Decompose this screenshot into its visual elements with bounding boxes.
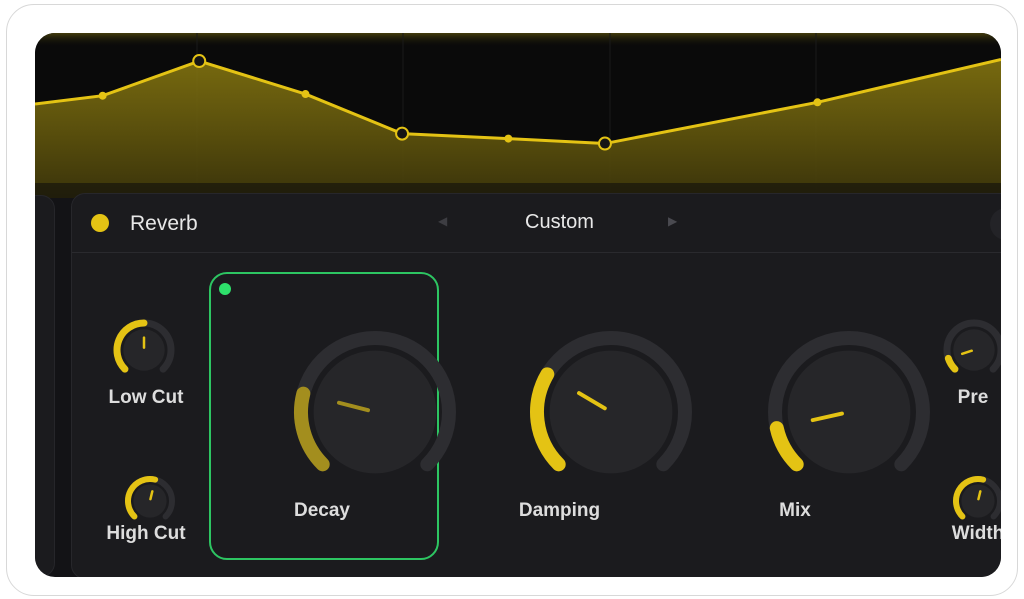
knob-body xyxy=(961,484,995,518)
high-cut-knob-graphic xyxy=(125,476,175,520)
decay-knob-graphic xyxy=(294,331,456,474)
envelope-graph[interactable] xyxy=(35,33,1001,198)
damping-label: Damping xyxy=(518,500,601,521)
window-frame: Reverb ◀ Custom ▶ Low Cut High Cut Decay… xyxy=(6,4,1018,596)
pre-knob-graphic xyxy=(943,319,1001,373)
decay-label: Decay xyxy=(294,500,350,521)
pre-knob[interactable] xyxy=(938,314,1001,386)
envelope-curve-handle[interactable] xyxy=(301,90,310,99)
damping-knob-graphic xyxy=(530,331,692,474)
low-cut-label: Low Cut xyxy=(108,387,184,408)
damping-knob[interactable] xyxy=(521,322,701,502)
high-cut-knob[interactable] xyxy=(120,471,180,531)
previous-module-panel xyxy=(35,195,55,577)
high-cut-label: High Cut xyxy=(106,523,186,544)
chevron-right-icon[interactable]: ▶ xyxy=(668,214,677,228)
envelope-curve-handle[interactable] xyxy=(813,98,822,107)
module-power-toggle[interactable] xyxy=(91,214,109,232)
low-cut-knob-graphic xyxy=(113,319,175,373)
low-cut-knob[interactable] xyxy=(108,314,180,386)
graph-top-glow xyxy=(35,33,1001,47)
reverb-module-panel: Reverb ◀ Custom ▶ Low Cut High Cut Decay… xyxy=(71,193,1001,577)
module-title: Reverb xyxy=(130,212,198,235)
chevron-left-icon[interactable]: ◀ xyxy=(438,214,447,228)
width-label: Width xyxy=(951,523,1001,544)
envelope-curve-handle[interactable] xyxy=(504,134,513,143)
envelope-node-handle[interactable] xyxy=(395,126,410,141)
mix-label: Mix xyxy=(779,500,811,521)
mix-knob[interactable] xyxy=(759,322,939,502)
knob-body xyxy=(787,350,911,474)
knob-value-arc xyxy=(944,354,959,373)
module-header: Reverb ◀ Custom ▶ xyxy=(72,194,1001,253)
module-menu-button[interactable] xyxy=(990,208,1001,240)
width-knob-graphic xyxy=(953,476,1001,520)
knob-body xyxy=(953,329,995,371)
knob-body xyxy=(549,350,673,474)
envelope-node-handle[interactable] xyxy=(192,54,207,69)
knob-body xyxy=(133,484,167,518)
knob-body xyxy=(313,350,437,474)
mix-knob-graphic xyxy=(768,331,930,474)
envelope-node-handle[interactable] xyxy=(597,136,612,151)
decay-knob[interactable] xyxy=(285,322,465,502)
envelope-graph-svg xyxy=(35,33,1001,198)
plugin-window: Reverb ◀ Custom ▶ Low Cut High Cut Decay… xyxy=(35,33,1001,577)
envelope-curve-handle[interactable] xyxy=(98,91,107,100)
envelope-fill xyxy=(35,59,1001,198)
pre-label: Pre xyxy=(957,387,989,408)
width-knob[interactable] xyxy=(948,471,1001,531)
knob-body xyxy=(123,329,165,371)
selected-indicator-led xyxy=(219,283,231,295)
preset-name[interactable]: Custom xyxy=(452,211,667,234)
